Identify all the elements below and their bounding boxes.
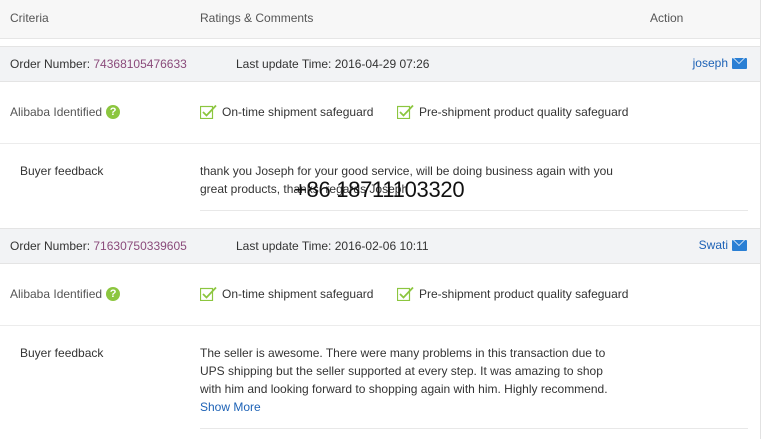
feedback-line: The seller is awesome. There were many p… xyxy=(200,346,606,360)
safeguard-label: On-time shipment safeguard xyxy=(222,286,374,301)
check-icon xyxy=(200,104,217,119)
last-update: Last update Time: 2016-04-29 07:26 xyxy=(236,57,429,71)
alibaba-identified: Alibaba Identified ? xyxy=(10,287,121,301)
last-update-value: 2016-04-29 07:26 xyxy=(334,57,430,71)
contact-buyer-link[interactable]: joseph xyxy=(693,56,747,70)
order-header: Order Number: 74368105476633 Last update… xyxy=(0,46,760,82)
feedback-row: Buyer feedback The seller is awesome. Th… xyxy=(0,326,760,439)
safeguard-label: On-time shipment safeguard xyxy=(222,104,374,119)
identified-row: Alibaba Identified ? On-time shipment sa… xyxy=(0,81,760,143)
last-update-label: Last update Time: xyxy=(236,239,332,253)
identified-label: Alibaba Identified xyxy=(10,287,103,301)
last-update: Last update Time: 2016-02-06 10:11 xyxy=(236,239,429,253)
mail-icon[interactable] xyxy=(732,57,747,69)
feedback-text: The seller is awesome. There were many p… xyxy=(200,344,640,398)
criteria-column-header: Criteria xyxy=(10,11,49,25)
question-icon[interactable]: ? xyxy=(106,105,121,119)
order-number-value[interactable]: 71630750339605 xyxy=(93,239,186,253)
divider xyxy=(200,428,748,429)
order-header: Order Number: 71630750339605 Last update… xyxy=(0,228,760,264)
identified-label: Alibaba Identified xyxy=(10,105,103,119)
action-column-header: Action xyxy=(650,11,684,25)
safeguard-label: Pre-shipment product quality safeguard xyxy=(419,286,629,301)
divider xyxy=(200,210,748,211)
safeguard-shipment: On-time shipment safeguard xyxy=(200,104,373,119)
order-number: Order Number: 74368105476633 xyxy=(10,57,187,71)
order-number: Order Number: 71630750339605 xyxy=(10,239,187,253)
feedback-line: with him and looking forward to shopping… xyxy=(200,382,608,396)
feedback-panel: Criteria Ratings & Comments Action Order… xyxy=(0,0,761,439)
mail-icon[interactable] xyxy=(732,239,747,251)
phone-number-overlay: +86 18711103320 xyxy=(294,177,465,202)
show-more-link[interactable]: Show More xyxy=(200,400,261,414)
identified-row: Alibaba Identified ? On-time shipment sa… xyxy=(0,263,760,325)
check-icon xyxy=(200,286,217,301)
order-number-label: Order Number: xyxy=(10,57,91,71)
feedback-label: Buyer feedback xyxy=(20,164,104,178)
ratings-column-header: Ratings & Comments xyxy=(200,11,314,25)
contact-buyer-link[interactable]: Swati xyxy=(699,238,747,252)
check-icon xyxy=(397,286,414,301)
feedback-line: UPS shipping but the seller supported at… xyxy=(200,364,603,378)
alibaba-identified: Alibaba Identified ? xyxy=(10,105,121,119)
question-icon[interactable]: ? xyxy=(106,287,121,301)
safeguard-quality: Pre-shipment product quality safeguard xyxy=(397,286,628,301)
order-number-value[interactable]: 74368105476633 xyxy=(93,57,186,71)
safeguard-shipment: On-time shipment safeguard xyxy=(200,286,373,301)
last-update-label: Last update Time: xyxy=(236,57,332,71)
feedback-label: Buyer feedback xyxy=(20,346,104,360)
table-header: Criteria Ratings & Comments Action xyxy=(0,0,760,39)
check-icon xyxy=(397,104,414,119)
safeguard-label: Pre-shipment product quality safeguard xyxy=(419,104,629,119)
order-number-label: Order Number: xyxy=(10,239,91,253)
buyer-name[interactable]: joseph xyxy=(693,56,728,70)
buyer-name[interactable]: Swati xyxy=(699,238,728,252)
last-update-value: 2016-02-06 10:11 xyxy=(334,239,429,253)
safeguard-quality: Pre-shipment product quality safeguard xyxy=(397,104,628,119)
